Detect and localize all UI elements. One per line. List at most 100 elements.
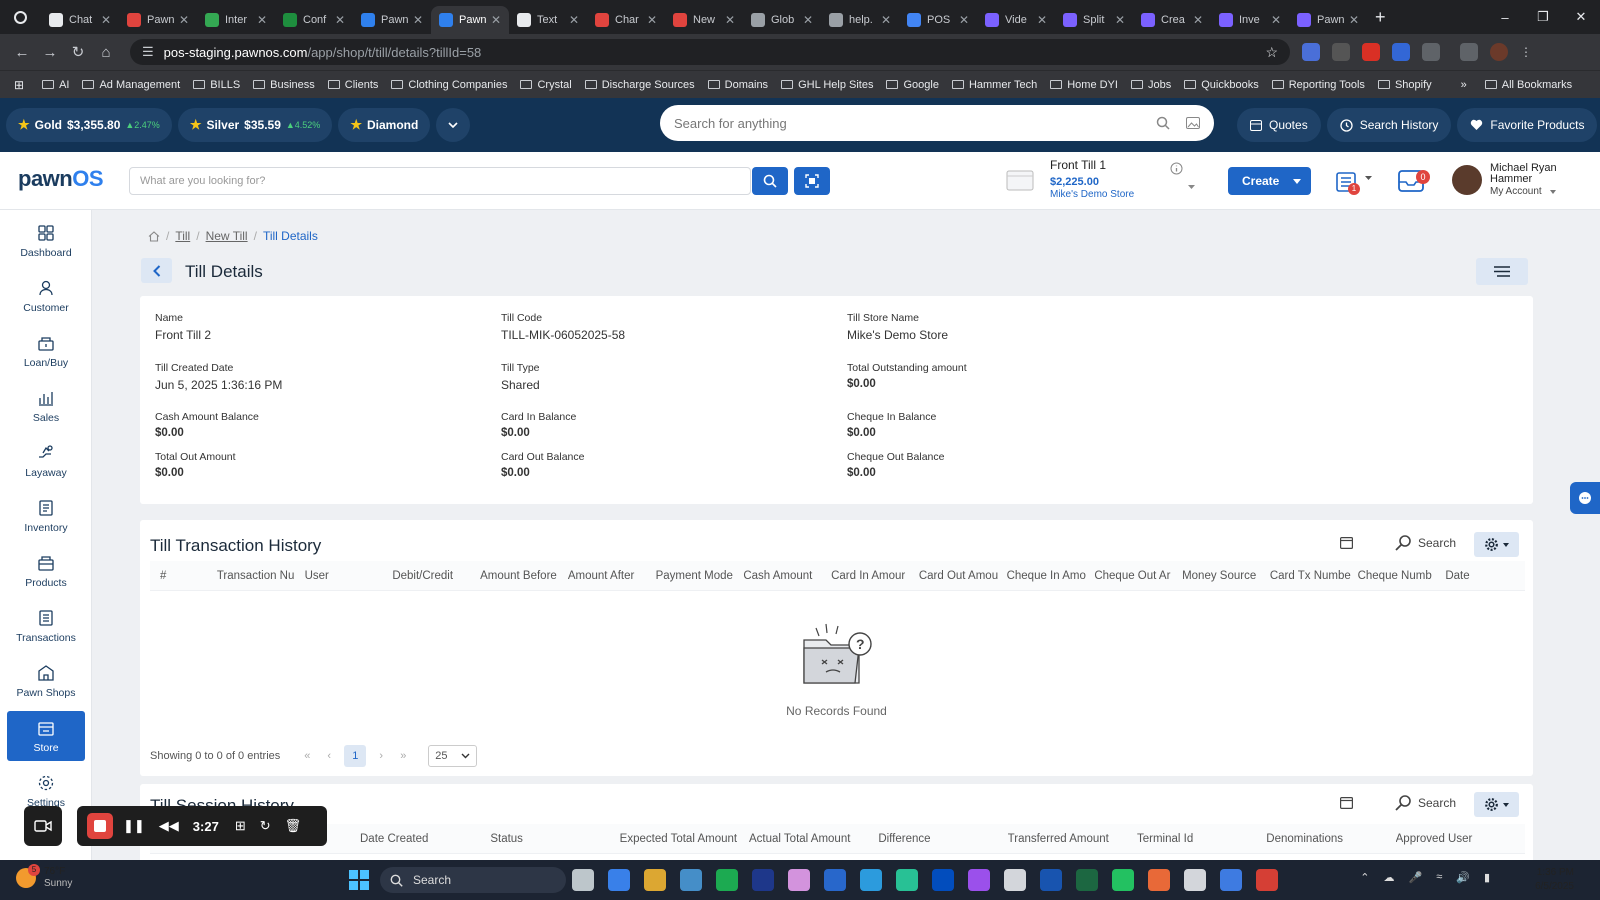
quotes-button[interactable]: Quotes [1237, 108, 1321, 142]
sidebar-item-inventory[interactable]: Inventory [7, 491, 85, 541]
taskbar-search[interactable]: Search [380, 867, 566, 893]
tab-close-icon[interactable]: ✕ [1115, 13, 1125, 27]
notion-icon[interactable] [1004, 869, 1026, 891]
breadcrumb-till[interactable]: Till [175, 229, 190, 243]
browser-tab[interactable]: New ✕ [665, 6, 743, 34]
cloud-icon[interactable]: ☁ [1383, 871, 1394, 884]
calculator-icon[interactable] [680, 869, 702, 891]
info-icon[interactable] [1170, 162, 1183, 175]
sidebar-item-loan-buy[interactable]: Loan/Buy [7, 326, 85, 376]
sidebar-item-transactions[interactable]: Transactions [7, 601, 85, 651]
side-panel-icon[interactable] [1460, 43, 1478, 61]
minimize-icon[interactable]: – [1486, 10, 1524, 25]
pawnos-logo[interactable]: pawnOS [18, 166, 104, 192]
pdf-extension-icon[interactable] [1362, 43, 1380, 61]
sidebar-item-pawn-shops[interactable]: Pawn Shops [7, 656, 85, 706]
chrome-icon[interactable] [1220, 869, 1242, 891]
browser-tab[interactable]: Vide ✕ [977, 6, 1055, 34]
tab-close-icon[interactable]: ✕ [725, 13, 735, 27]
extensions-puzzle-icon[interactable] [1422, 43, 1440, 61]
column-header[interactable]: Transaction Nu [217, 570, 305, 582]
tab-close-icon[interactable]: ✕ [803, 13, 813, 27]
image-search-icon[interactable] [1186, 117, 1200, 129]
first-page-icon[interactable]: « [296, 750, 318, 762]
columns-toggle-icon[interactable] [1340, 797, 1353, 809]
bookmark-folder[interactable]: Quickbooks [1184, 79, 1259, 91]
firefox-icon[interactable] [1148, 869, 1170, 891]
photoshop-icon[interactable] [860, 869, 882, 891]
page-size-select[interactable]: 25 [428, 745, 478, 767]
excel-icon[interactable] [1076, 869, 1098, 891]
chrome-icon[interactable] [1184, 869, 1206, 891]
extension-icon[interactable] [1302, 43, 1320, 61]
forward-arrow-icon[interactable]: → [36, 44, 64, 61]
barcode-scan-button[interactable] [794, 167, 830, 195]
profile-avatar-icon[interactable] [1490, 43, 1508, 61]
tab-close-icon[interactable]: ✕ [1349, 13, 1359, 27]
columns-toggle-icon[interactable] [1340, 537, 1353, 549]
chevron-down-icon[interactable] [1188, 185, 1195, 189]
browser-tab[interactable]: help. ✕ [821, 6, 899, 34]
column-header[interactable]: # [160, 570, 217, 582]
browser-tab[interactable]: Inter ✕ [197, 6, 275, 34]
column-header[interactable]: Card Tx Numbe [1270, 570, 1358, 582]
sidebar-item-customer[interactable]: Customer [7, 271, 85, 321]
tab-close-icon[interactable]: ✕ [1193, 13, 1203, 27]
browser-tab[interactable]: Crea ✕ [1133, 6, 1211, 34]
snipping-tool-icon[interactable] [608, 869, 630, 891]
table-settings-button[interactable] [1474, 792, 1519, 817]
column-header[interactable]: Money Source [1182, 570, 1270, 582]
address-bar[interactable]: ☰ pos-staging.pawnos.com/app/shop/t/till… [130, 39, 1290, 65]
column-header[interactable]: Denominations [1266, 833, 1395, 845]
column-header[interactable]: Payment Mode [656, 570, 744, 582]
photos-icon[interactable] [788, 869, 810, 891]
column-header[interactable]: Cheque Out Ar [1094, 570, 1182, 582]
column-header[interactable]: Amount Before [480, 570, 568, 582]
column-header[interactable]: Card In Amour [831, 570, 919, 582]
bookmark-folder[interactable]: GHL Help Sites [781, 79, 873, 91]
cart-button[interactable]: 1 [1334, 167, 1364, 197]
sidebar-item-store[interactable]: Store [7, 711, 85, 761]
page-number[interactable]: 1 [344, 745, 367, 767]
home-icon[interactable]: ⌂ [92, 44, 120, 61]
weather-widget[interactable]: 5 76°F Sunny [16, 864, 72, 890]
product-search-button[interactable] [752, 167, 788, 195]
prev-page-icon[interactable]: ‹ [318, 750, 340, 762]
tab-close-icon[interactable]: ✕ [881, 13, 891, 27]
bookmark-folder[interactable]: Google [886, 79, 939, 91]
browser-menu-icon[interactable]: ⋮ [1520, 45, 1532, 59]
restore-icon[interactable]: ❐ [1524, 9, 1562, 25]
windows-start-icon[interactable] [349, 870, 369, 890]
column-header[interactable]: Cash Amount [743, 570, 831, 582]
bookmark-folder[interactable]: Jobs [1130, 79, 1171, 91]
table-search-button[interactable]: Search [1394, 534, 1456, 552]
browser-tab[interactable]: Conf ✕ [275, 6, 353, 34]
spotify-icon[interactable] [716, 869, 738, 891]
sidebar-item-products[interactable]: Products [7, 546, 85, 596]
bookmark-folder[interactable]: Clients [327, 79, 378, 91]
column-header[interactable]: Cheque In Amo [1007, 570, 1095, 582]
battery-icon[interactable]: ▮ [1484, 871, 1490, 884]
folder-icon[interactable] [644, 869, 666, 891]
file-explorer-icon[interactable] [572, 869, 594, 891]
chrome-icon[interactable] [1256, 869, 1278, 891]
column-header[interactable]: Difference [878, 833, 1007, 845]
bookmark-folder[interactable]: BILLS [193, 79, 240, 91]
column-header[interactable]: Approved User [1396, 833, 1525, 845]
whatsapp-icon[interactable] [1112, 869, 1134, 891]
wifi-icon[interactable]: ≈ [1436, 871, 1442, 884]
lightroom-icon[interactable] [896, 869, 918, 891]
browser-tab[interactable]: Glob ✕ [743, 6, 821, 34]
bookmark-folder[interactable]: Reporting Tools [1271, 79, 1365, 91]
browser-tab[interactable]: Pawn ✕ [119, 6, 197, 34]
tab-close-icon[interactable]: ✕ [1037, 13, 1047, 27]
stop-recording-button[interactable] [87, 813, 113, 839]
volume-icon[interactable]: 🔊 [1456, 871, 1470, 884]
tray-chevron-icon[interactable]: ⌃ [1360, 871, 1369, 884]
extension-icon[interactable] [1392, 43, 1410, 61]
tab-close-icon[interactable]: ✕ [101, 13, 111, 27]
tab-close-icon[interactable]: ✕ [257, 13, 267, 27]
browser-tab[interactable]: Text ✕ [509, 6, 587, 34]
column-header[interactable]: Debit/Credit [392, 570, 480, 582]
last-page-icon[interactable]: » [392, 750, 414, 762]
